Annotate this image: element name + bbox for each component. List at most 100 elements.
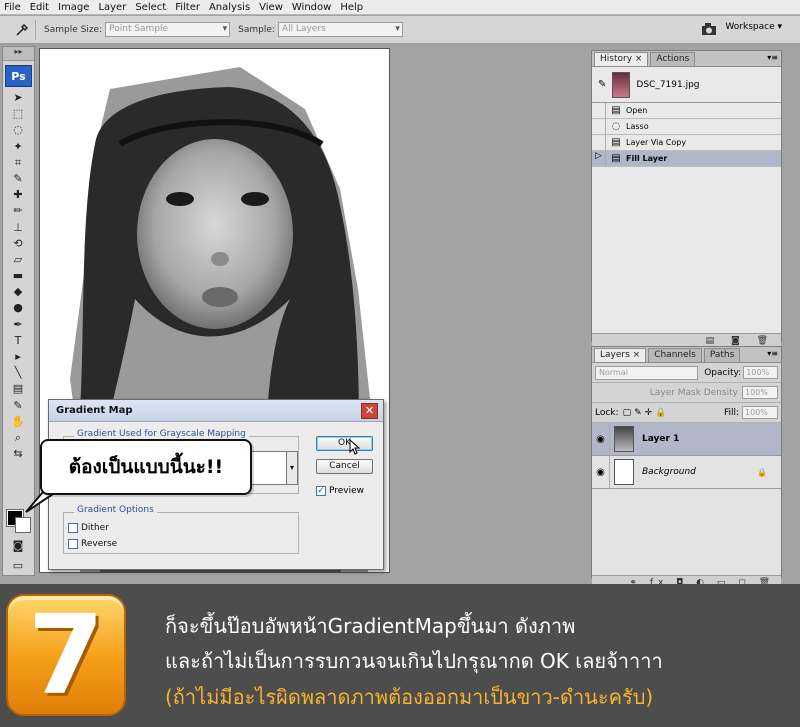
panel-menu-icon[interactable]: ▾≡ [767,349,778,358]
zoom-tool-icon[interactable]: ⌕ [3,430,33,446]
sample-select[interactable]: All Layers [277,22,403,37]
snapshot-thumbnail [612,71,631,98]
history-step-label: Fill Layer [626,154,668,163]
history-step[interactable]: ▤ Layer Via Copy [592,134,781,151]
history-empty-area [592,167,781,333]
tab-history[interactable]: History × [594,52,649,66]
blur-tool-icon[interactable]: ◆ [3,284,33,300]
eyedropper-tool-2-icon[interactable]: ✎ [3,398,33,414]
menu-edit[interactable]: Edit [30,2,49,13]
lock-label: Lock: [595,407,619,418]
hand-tool-icon[interactable]: ✋ [3,414,33,430]
gradient-group-legend: Gradient Used for Grayscale Mapping [74,429,249,439]
history-step-label: Lasso [626,122,649,131]
fill-field[interactable]: 100% [742,406,778,419]
ok-button[interactable]: OK [316,436,373,451]
menu-filter[interactable]: Filter [175,2,200,13]
menu-layer[interactable]: Layer [98,2,126,13]
history-step-checkbox[interactable] [592,102,606,119]
bridge-icon[interactable] [700,21,720,37]
crop-tool-icon[interactable]: ⌗ [3,155,33,171]
history-panel: History × Actions ▾≡ ✎ DSC_7191.jpg ▤ Op… [591,50,782,348]
preview-check-icon[interactable]: ✓ [316,486,326,496]
document-icon: ▤ [611,137,621,148]
menu-window[interactable]: Window [292,2,331,13]
sample-size-label: Sample Size: [44,24,103,35]
history-step-checkbox[interactable] [592,118,606,135]
pen-tool-icon[interactable]: ✒ [3,317,33,333]
line-tool-icon[interactable]: ╲ [3,365,33,381]
mouse-cursor-icon [349,439,361,455]
lock-row: Lock: ▢✎✛🔒 Fill: 100% [592,403,781,423]
mask-density-row: Layer Mask Density 100% [592,383,781,403]
eyedropper-tool-icon[interactable]: ✎ [3,171,33,187]
healing-brush-tool-icon[interactable]: ✚ [3,187,33,203]
toolbox-grip[interactable]: ▸▸ [3,47,34,61]
layer-row[interactable]: ◉ Background 🔒 [592,455,781,489]
gradient-tool-icon[interactable]: ▬ [3,268,33,284]
lock-options-icons[interactable]: ▢✎✛🔒 [623,408,670,418]
lasso-icon: ◌ [611,121,621,132]
history-step[interactable]: ▤ Open [592,102,781,119]
menu-select[interactable]: Select [135,2,166,13]
move-tool-icon[interactable]: ➤ [3,90,33,106]
chevron-down-icon[interactable]: ▾ [286,451,298,485]
opacity-label: Opacity: [704,367,742,378]
history-snapshot[interactable]: ✎ DSC_7191.jpg [592,67,781,103]
menu-view[interactable]: View [259,2,283,13]
history-step[interactable]: ◌ Lasso [592,118,781,135]
brush-tool-icon[interactable]: ✏ [3,203,33,219]
eyedropper-tool-preset[interactable] [8,19,36,40]
swap-colors-icon[interactable]: ⇆ [3,446,33,462]
dither-checkbox-box[interactable] [68,523,78,533]
instruction-line-3: (ถ้าไม่มีอะไรผิดพลาดภาพต้องออกมาเป็นขาว-… [165,685,654,709]
type-tool-icon[interactable]: T [3,333,33,349]
preview-label: Preview [329,486,365,496]
workspace-menu[interactable]: Workspace ▾ [725,22,782,32]
menu-analysis[interactable]: Analysis [209,2,250,13]
gradient-options-legend: Gradient Options [74,505,157,515]
clone-stamp-tool-icon[interactable]: ⊥ [3,220,33,236]
lasso-tool-icon[interactable]: ◌ [3,122,33,138]
history-step-label: Open [626,106,648,115]
history-brush-source-icon[interactable]: ✎ [598,79,606,90]
tab-actions[interactable]: Actions [650,52,696,66]
panel-menu-icon[interactable]: ▾≡ [767,53,778,62]
tab-layers[interactable]: Layers × [594,348,647,362]
history-state-pointer-icon[interactable]: ▷ [592,150,606,167]
screen-mode-icon[interactable]: ▭ [3,558,33,574]
tab-channels[interactable]: Channels [648,348,702,362]
eraser-tool-icon[interactable]: ▱ [3,252,33,268]
reverse-checkbox[interactable]: Reverse [68,539,117,549]
mask-density-field[interactable]: 100% [742,386,778,399]
history-brush-tool-icon[interactable]: ⟲ [3,236,33,252]
blend-row: Normal Opacity: 100% [592,363,781,383]
history-step-selected[interactable]: ▷ ▤ Fill Layer [592,150,781,167]
layer-thumbnail [614,426,634,452]
layer-row[interactable]: ◉ Layer 1 [592,422,781,456]
menu-file[interactable]: File [4,2,21,13]
history-step-checkbox[interactable] [592,134,606,151]
layer-name[interactable]: Background [642,467,696,477]
menu-help[interactable]: Help [340,2,363,13]
notes-tool-icon[interactable]: ▤ [3,381,33,397]
preview-checkbox[interactable]: ✓ Preview [316,486,364,496]
path-selection-tool-icon[interactable]: ▸ [3,349,33,365]
layer-name[interactable]: Layer 1 [642,434,679,444]
sample-size-select[interactable]: Point Sample [105,22,231,37]
reverse-checkbox-box[interactable] [68,539,78,549]
opacity-field[interactable]: 100% [743,366,778,379]
cancel-button[interactable]: Cancel [316,459,373,474]
magic-wand-tool-icon[interactable]: ✦ [3,139,33,155]
eye-icon[interactable]: ◉ [592,455,610,489]
quick-mask-icon[interactable]: ◙ [3,538,33,554]
blend-mode-select[interactable]: Normal [595,365,699,380]
marquee-tool-icon[interactable]: ⬚ [3,106,33,122]
menu-image[interactable]: Image [58,2,89,13]
eye-icon[interactable]: ◉ [592,422,610,456]
dither-checkbox[interactable]: Dither [68,523,109,533]
tab-paths[interactable]: Paths [703,348,741,362]
dodge-tool-icon[interactable]: ● [3,300,33,316]
close-icon[interactable]: ✕ [361,403,378,419]
dialog-title[interactable]: Gradient Map [49,400,383,422]
